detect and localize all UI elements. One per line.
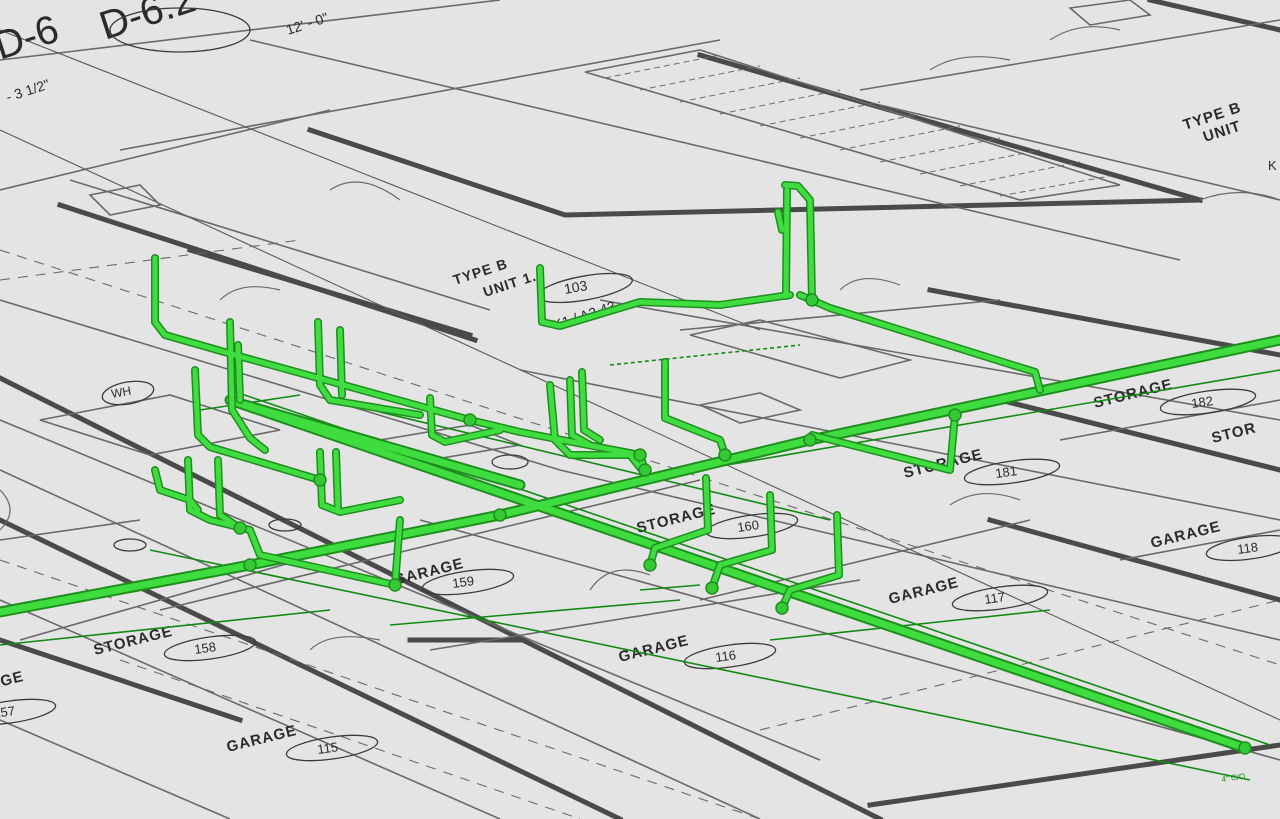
- pipe-fitting: [803, 433, 817, 447]
- door-swing: [589, 569, 651, 591]
- room-number: 160: [736, 517, 760, 535]
- unit-right-label: TYPE B UNIT K: [1181, 99, 1277, 173]
- floor-drain: [491, 454, 529, 470]
- room-name: GARAGE: [887, 574, 961, 608]
- room-number: 116: [714, 647, 737, 665]
- pipe-fitting: [638, 463, 652, 477]
- room-name: STOR: [1210, 419, 1258, 446]
- room-number: 157: [0, 703, 16, 721]
- pipe-fitting: [805, 293, 819, 307]
- branch-pipe: [235, 342, 243, 403]
- water-heater-label: WH: [110, 384, 132, 401]
- floor-drain: [113, 538, 147, 552]
- pipe-fitting: [705, 581, 719, 595]
- pipe-fitting: [948, 408, 962, 422]
- pipe-fitting: [388, 578, 402, 592]
- stair-hatch: [584, 49, 1121, 201]
- dimension-text: 12' - 0": [284, 9, 330, 38]
- room-number: 182: [1190, 393, 1214, 411]
- door-swing: [949, 492, 1021, 506]
- branch-pipe: [337, 327, 345, 398]
- fixture-outline: [1068, 0, 1152, 26]
- room-number: 118: [1236, 539, 1259, 557]
- door-swing: [1049, 26, 1121, 41]
- room-number: 159: [451, 573, 475, 591]
- branch-pipe: [317, 449, 403, 515]
- pipe-fitting: [233, 521, 247, 535]
- room-number: 117: [983, 589, 1006, 607]
- sheet-ref: D-6.2: [94, 0, 201, 49]
- drawing-viewport[interactable]: D-6 D-6.2 12' - 0" - 3 1/2" TYPE B UNIT …: [0, 0, 1280, 819]
- isometric-plumbing-drawing: D-6 D-6.2 12' - 0" - 3 1/2" TYPE B UNIT …: [0, 0, 1280, 819]
- pipe-fitting: [775, 601, 789, 615]
- pipe-fitting: [493, 508, 507, 522]
- room-name: GARAGE: [0, 668, 26, 702]
- door-swing: [309, 636, 381, 651]
- sheet-reference-text: D-6 D-6.2 12' - 0" - 3 1/2": [0, 0, 330, 105]
- sanitary-piping-3d: [0, 181, 1280, 755]
- pipe-fitting: [1238, 741, 1252, 755]
- door-swing: [929, 56, 1011, 71]
- branch-pipe: [547, 382, 645, 473]
- branch-pipe: [797, 292, 1043, 393]
- pipe-fitting: [633, 448, 647, 462]
- pipe-fitting: [463, 413, 477, 427]
- unit-room-number: 103: [563, 277, 589, 297]
- pipe-fitting: [313, 473, 327, 487]
- pipe-plan-projection: [0, 344, 1280, 781]
- door-swing: [219, 286, 281, 301]
- unit-detail-ref: K: [1268, 158, 1277, 173]
- room-number: 181: [994, 463, 1018, 481]
- equipment-tag: WH: [101, 380, 155, 406]
- pipe-fitting: [643, 558, 657, 572]
- sheet-ref: D-6: [0, 7, 64, 69]
- door-swing: [1199, 191, 1280, 201]
- room-number: 115: [316, 739, 339, 757]
- door-swing: [329, 181, 401, 201]
- room-number: 158: [193, 639, 217, 657]
- pipe-fitting: [718, 448, 732, 462]
- room-name: GARAGE: [1149, 518, 1223, 552]
- branch-pipe: [783, 187, 790, 299]
- branch-pipe: [333, 449, 341, 513]
- pipe-fitting: [243, 558, 257, 572]
- dimension-text: - 3 1/2": [4, 76, 51, 105]
- door-swing: [839, 277, 901, 291]
